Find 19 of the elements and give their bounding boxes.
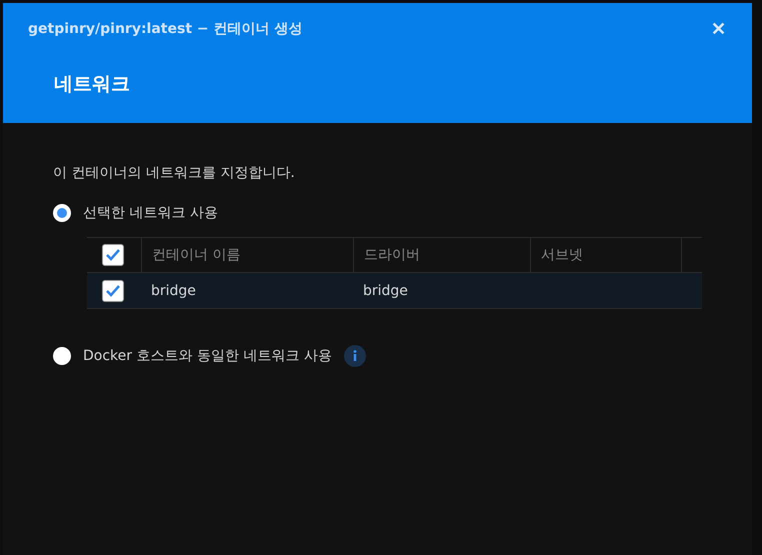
table-cell xyxy=(681,273,702,309)
section-heading: 네트워크 xyxy=(54,72,131,97)
description-text: 이 컨테이너의 네트워크를 지정합니다. xyxy=(53,164,296,182)
column-header: 컨테이너 이름 xyxy=(141,237,353,273)
option-label: 선택한 네트워크 사용 xyxy=(83,204,218,222)
radio-button[interactable] xyxy=(53,347,71,365)
window-title: getpinry/pinry:latest − 컨테이너 생성 xyxy=(28,20,302,38)
column-header: 드라이버 xyxy=(353,237,530,273)
column-header: 서브넷 xyxy=(530,237,681,273)
checkmark-icon xyxy=(105,248,121,262)
radio-button[interactable] xyxy=(53,204,71,222)
select-all-checkbox[interactable] xyxy=(102,244,124,266)
info-icon[interactable] xyxy=(344,345,366,367)
table-cell: bridge xyxy=(353,273,530,309)
option-label: Docker 호스트와 동일한 네트워크 사용 xyxy=(83,347,332,365)
table-cell: bridge xyxy=(141,273,353,309)
close-button[interactable]: ✕ xyxy=(711,18,726,40)
checkmark-icon xyxy=(105,284,121,298)
row-checkbox[interactable] xyxy=(102,280,124,302)
